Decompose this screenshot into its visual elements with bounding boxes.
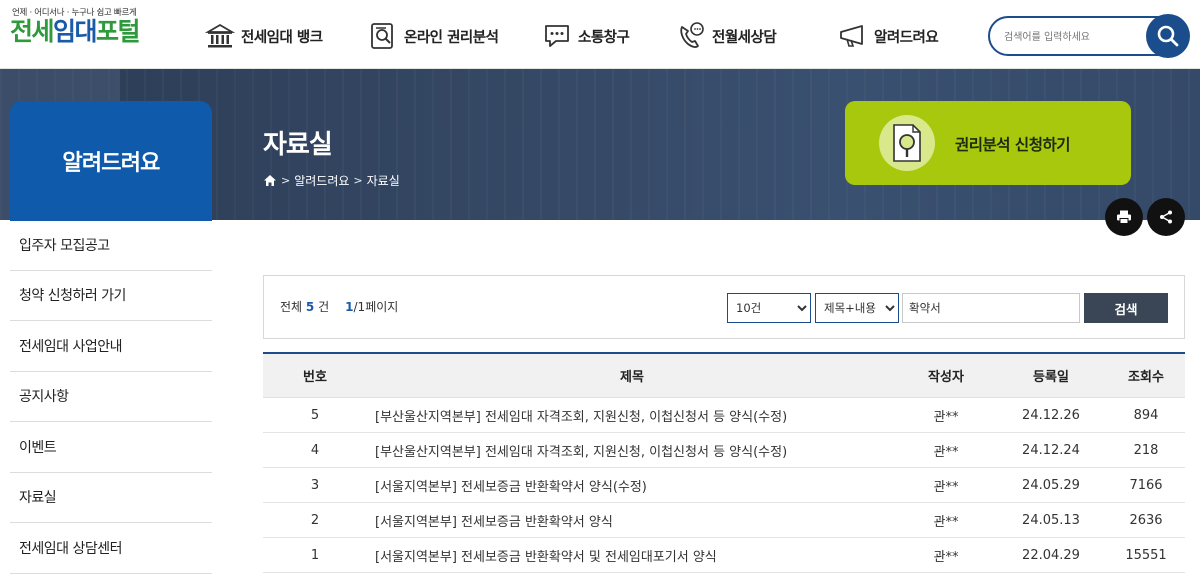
search-icon [1157, 25, 1179, 47]
apply-button-label: 권리분석 신청하기 [955, 136, 1070, 154]
chevron-right-icon: > [353, 174, 363, 187]
post-title-link[interactable]: [부산울산지역본부] 전세임대 자격조회, 지원신청, 이첩신청서 등 양식(수… [367, 406, 897, 425]
post-title-link[interactable]: [서울지역본부] 전세보증금 반환확약서 양식(수정) [367, 476, 897, 495]
print-icon [1117, 210, 1131, 224]
lnb-item-consult-center[interactable]: 전세임대 상담센터 [10, 523, 212, 574]
lnb-item-notice[interactable]: 공지사항 [10, 372, 212, 422]
gnb-item-rent-consult[interactable]: 전월세상담 [676, 20, 777, 52]
share-icon [1160, 210, 1172, 224]
header-writer: 작성자 [928, 370, 964, 385]
header-date: 등록일 [1033, 370, 1069, 385]
gnb-label: 소통창구 [578, 29, 630, 46]
home-icon[interactable] [263, 174, 277, 187]
gnb-label: 알려드려요 [874, 29, 939, 46]
board-total: 전체 5 건 1/1페이지 [280, 300, 399, 314]
post-title-link[interactable]: [부산울산지역본부] 전세임대 자격조회, 지원신청, 이첩신청서 등 양식(수… [367, 441, 897, 460]
gnb-item-online-analysis[interactable]: 온라인 권리분석 [368, 20, 499, 52]
breadcrumb-level1[interactable]: 알려드려요 [294, 172, 349, 189]
page-size-select[interactable]: 10건 [727, 293, 811, 323]
lnb-item-archive[interactable]: 자료실 [10, 473, 212, 523]
table-row: 3 [서울지역본부] 전세보증금 반환확약서 양식(수정) 관** 24.05.… [263, 468, 1185, 503]
lnb-item-apply[interactable]: 청약 신청하러 가기 [10, 271, 212, 321]
breadcrumb: > 알려드려요 > 자료실 [263, 172, 400, 189]
print-button[interactable] [1105, 198, 1143, 236]
breadcrumb-level2[interactable]: 자료실 [367, 172, 400, 189]
chat-icon [545, 25, 569, 47]
share-button[interactable] [1147, 198, 1185, 236]
gnb-label: 전세임대 뱅크 [241, 29, 323, 46]
board-filter-bar: 전체 5 건1/1페이지 10건 제목+내용 검색 [263, 275, 1185, 339]
document-search-icon [371, 23, 393, 49]
chevron-right-icon: > [281, 174, 291, 187]
gnb-item-bank[interactable]: 전세임대 뱅크 [205, 20, 323, 52]
search-field-select[interactable]: 제목+내용 [815, 293, 899, 323]
left-nav: 입주자 모집공고 청약 신청하러 가기 전세임대 사업안내 공지사항 이벤트 자… [10, 220, 212, 574]
site-header: 언제 · 어디서나 · 누구나 쉽고 빠르게 전세임대포털 전세임대 뱅크 온라… [0, 0, 1200, 69]
gnb-item-communication[interactable]: 소통창구 [542, 20, 630, 52]
lnb-item-business-info[interactable]: 전세임대 사업안내 [10, 321, 212, 372]
side-section-title: 알려드려요 [10, 101, 212, 221]
phone-chat-icon [680, 22, 704, 48]
page-title: 자료실 [263, 130, 333, 160]
table-row: 2 [서울지역본부] 전세보증금 반환확약서 양식 관** 24.05.13 2… [263, 503, 1185, 538]
table-row: 1 [서울지역본부] 전세보증금 반환확약서 및 전세임대포기서 양식 관** … [263, 538, 1185, 573]
gnb-label: 전월세상담 [712, 29, 777, 46]
table-row: 5 [부산울산지역본부] 전세임대 자격조회, 지원신청, 이첩신청서 등 양식… [263, 398, 1185, 433]
apply-rights-analysis-button[interactable]: 권리분석 신청하기 [845, 101, 1131, 185]
logo-text: 전세임대포털 [10, 17, 141, 46]
lnb-item-recruitment[interactable]: 입주자 모집공고 [10, 220, 212, 271]
gnb-item-notice[interactable]: 알려드려요 [838, 20, 939, 52]
bank-icon [205, 23, 235, 48]
table-header: 번호 제목 작성자 등록일 조회수 [263, 354, 1185, 398]
post-title-link[interactable]: [서울지역본부] 전세보증금 반환확약서 및 전세임대포기서 양식 [367, 546, 897, 565]
site-search [988, 14, 1190, 58]
gnb-label: 온라인 권리분석 [404, 29, 499, 46]
header-title: 제목 [620, 370, 644, 385]
post-title-link[interactable]: [서울지역본부] 전세보증금 반환확약서 양식 [367, 511, 897, 530]
megaphone-icon [840, 25, 863, 47]
site-logo[interactable]: 언제 · 어디서나 · 누구나 쉽고 빠르게 전세임대포털 [10, 6, 160, 56]
search-input[interactable] [1004, 27, 1154, 47]
lnb-item-event[interactable]: 이벤트 [10, 422, 212, 473]
header-views: 조회수 [1128, 370, 1164, 385]
board-search-input[interactable] [902, 293, 1080, 323]
board-table: 번호 제목 작성자 등록일 조회수 5 [부산울산지역본부] 전세임대 자격조회… [263, 352, 1185, 573]
board-search-button[interactable]: 검색 [1084, 293, 1168, 323]
search-button[interactable] [1146, 14, 1190, 58]
document-magnifier-icon [893, 124, 921, 162]
table-row: 4 [부산울산지역본부] 전세임대 자격조회, 지원신청, 이첩신청서 등 양식… [263, 433, 1185, 468]
header-no: 번호 [303, 370, 327, 385]
